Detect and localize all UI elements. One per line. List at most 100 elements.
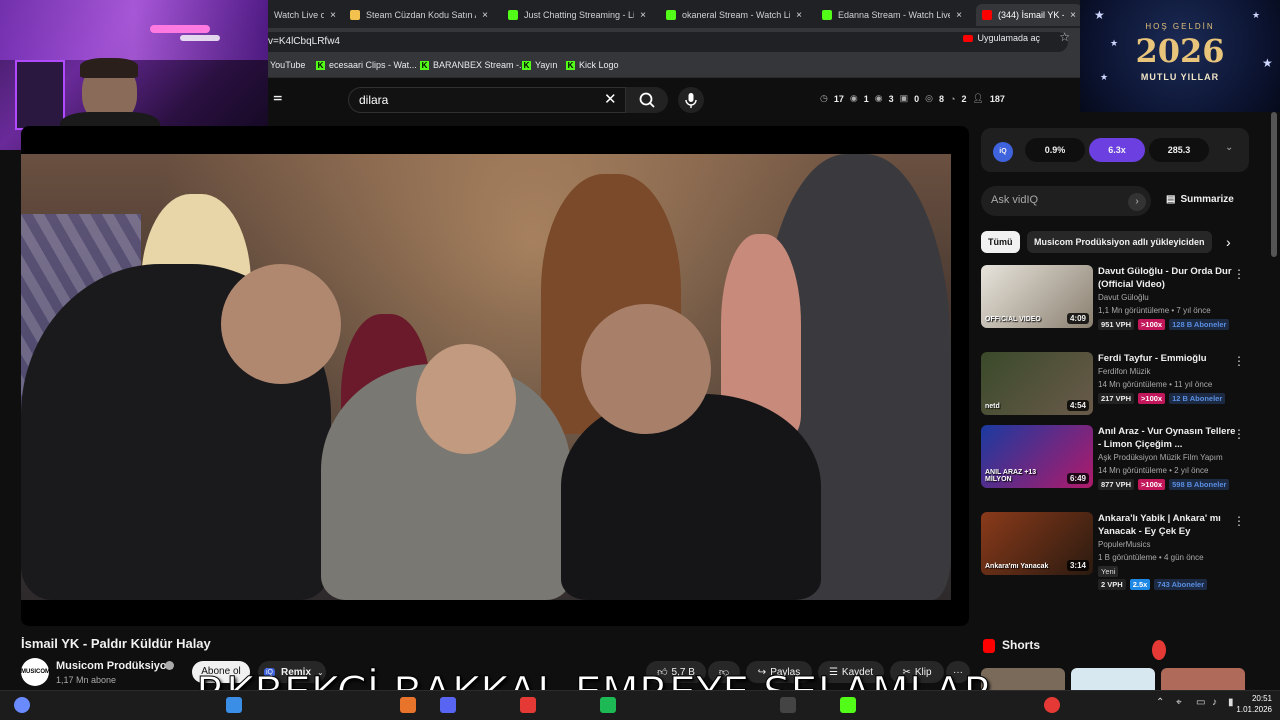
kick-icon: K	[566, 60, 575, 70]
voice-search-button[interactable]	[678, 87, 704, 113]
brave-icon[interactable]	[400, 697, 416, 713]
more-options-icon[interactable]: ⋮	[1233, 267, 1245, 281]
recommended-video[interactable]: netd 4:54 Ferdi Tayfur - Emmioğlu Ferdifon …	[981, 352, 1251, 422]
summarize-button[interactable]: ▤ Summarize	[1166, 194, 1234, 205]
microphone-icon	[685, 93, 697, 108]
opera-icon[interactable]	[1044, 697, 1060, 713]
video-thumbnail[interactable]: Ankara'mı Yanacak 3:14	[981, 512, 1093, 575]
scrollbar[interactable]	[1271, 112, 1277, 257]
monitor-icon[interactable]: ▭	[1196, 697, 1205, 708]
chevron-down-icon[interactable]: ⌄	[1225, 142, 1233, 153]
recommended-title[interactable]: Ankara'lı Yabik | Ankara' mı Yanacak - E…	[1098, 512, 1238, 538]
more-options-icon[interactable]: ⋮	[1233, 427, 1245, 441]
recommended-channel[interactable]: Aşk Prodüksiyon Müzik Film Yapım	[1098, 453, 1223, 462]
bookmark-star-icon[interactable]: ☆	[1059, 30, 1070, 44]
vph-badge: 217 VPH	[1098, 393, 1135, 404]
recommended-video[interactable]: OFFICIAL VIDEO 4:09 Davut Güloğlu - Dur Or…	[981, 265, 1251, 335]
video-thumbnail[interactable]: ANIL ARAZ +13 MİLYON 6:49	[981, 425, 1093, 488]
recommended-title[interactable]: Anıl Araz - Vur Oynasın Tellere - Limon …	[1098, 425, 1238, 451]
chevron-right-icon[interactable]: ›	[1128, 193, 1146, 211]
vidiq-panel: iQ 0.9% 6.3x 285.3 ⌄	[981, 128, 1249, 172]
stat-icon: 👤︎	[972, 93, 984, 103]
short-thumbnail[interactable]	[981, 668, 1065, 690]
close-tab-icon[interactable]: ×	[1070, 10, 1076, 21]
weather-icon[interactable]	[14, 697, 30, 713]
bookmark-item[interactable]: K BARANBEX Stream -...	[420, 60, 527, 70]
epic-games-icon[interactable]	[780, 697, 796, 713]
close-tab-icon[interactable]: ×	[640, 10, 646, 21]
stat-value: 8	[939, 93, 945, 104]
bookmark-item[interactable]: K Kick Logo	[566, 60, 619, 70]
tab-favicon-icon	[822, 10, 832, 20]
system-clock[interactable]: 20:51 1.01.2026	[1236, 693, 1272, 715]
windows-start-icon[interactable]	[226, 697, 242, 713]
short-thumbnail[interactable]	[1071, 668, 1155, 690]
recommended-title[interactable]: Davut Güloğlu - Dur Orda Dur (Official V…	[1098, 265, 1238, 291]
chevron-up-icon[interactable]: ⌃	[1156, 697, 1164, 708]
kick-icon[interactable]	[840, 697, 856, 713]
more-options-icon[interactable]: ⋮	[1233, 354, 1245, 368]
vidiq-badges: 217 VPH >100x 12 B Aboneler	[1098, 393, 1226, 404]
discord-icon[interactable]	[440, 697, 456, 713]
search-button[interactable]	[626, 87, 668, 113]
browser-tab[interactable]: Watch Live o ×	[268, 4, 342, 26]
recommended-title[interactable]: Ferdi Tayfur - Emmioğlu	[1098, 352, 1238, 365]
thumbnail-text: OFFICIAL VIDEO	[985, 316, 1041, 323]
recommended-video[interactable]: ANIL ARAZ +13 MİLYON 6:49 Anıl Araz - Vur …	[981, 425, 1251, 495]
video-thumbnail[interactable]: netd 4:54	[981, 352, 1093, 415]
bookmark-label: BARANBEX Stream -...	[433, 60, 527, 70]
recommended-meta: 1 B görüntüleme • 4 gün önce	[1098, 553, 1204, 562]
chip-all[interactable]: Tümü	[981, 231, 1020, 253]
kick-icon: K	[522, 60, 531, 70]
recommended-video[interactable]: Ankara'mı Yanacak 3:14 Ankara'lı Yabik | A…	[981, 512, 1251, 590]
channel-avatar[interactable]: MUSICOM	[21, 658, 50, 686]
volume-icon[interactable]: ♪	[1212, 697, 1217, 708]
browser-tab[interactable]: Edanna Stream - Watch Live o ×	[816, 4, 968, 26]
shorts-row	[981, 668, 1251, 690]
vph-badge: 877 VPH	[1098, 479, 1135, 490]
tab-label: (344) İsmail YK - Paldır K	[998, 10, 1064, 20]
verified-icon	[165, 661, 174, 670]
battery-icon[interactable]: ▮	[1228, 697, 1234, 708]
close-tab-icon[interactable]: ×	[482, 10, 488, 21]
recommended-channel[interactable]: PopulerMusics	[1098, 540, 1150, 549]
ask-vidiq-input[interactable]: Ask vidIQ	[981, 186, 1151, 216]
star-icon: ★	[1094, 8, 1105, 22]
short-thumbnail[interactable]	[1161, 668, 1245, 690]
browser-tab[interactable]: (344) İsmail YK - Paldır K ×	[976, 4, 1082, 26]
url-field[interactable]: v=K4lCbqLRfw4	[260, 32, 1068, 52]
recommended-channel[interactable]: Ferdifon Müzik	[1098, 367, 1150, 376]
browser-tab[interactable]: Just Chatting Streaming - Live ×	[502, 4, 652, 26]
new-year-banner: ★ ★ ★ ★ ★ HOŞ GELDİN 2026 MUTLU YILLAR	[1080, 0, 1280, 112]
multiplier-badge: >100x	[1138, 319, 1166, 330]
search-input[interactable]: dilara	[348, 87, 626, 113]
bookmark-item[interactable]: YouTube	[270, 60, 305, 70]
kick-icon: K	[420, 60, 429, 70]
channel-name[interactable]: Musicom Prodüksiyon	[56, 660, 173, 672]
chevron-right-icon[interactable]: ›	[1226, 234, 1231, 250]
thumbnail-text: ANIL ARAZ +13 MİLYON	[985, 469, 1037, 483]
video-thumbnail[interactable]: OFFICIAL VIDEO 4:09	[981, 265, 1093, 328]
close-tab-icon[interactable]: ×	[330, 10, 336, 21]
bookmark-item[interactable]: K Yayın	[522, 60, 557, 70]
recommended-channel[interactable]: Davut Güloğlu	[1098, 293, 1149, 302]
bookmark-item[interactable]: Kecesaari Clips - Wat...	[316, 60, 417, 70]
more-options-icon[interactable]: ⋮	[1233, 514, 1245, 528]
app-icon[interactable]	[520, 697, 536, 713]
close-tab-icon[interactable]: ×	[956, 10, 962, 21]
new-badge: Yeni	[1098, 566, 1119, 577]
stat-icon: ◉	[874, 93, 883, 103]
close-tab-icon[interactable]: ×	[796, 10, 802, 21]
browser-tab[interactable]: okaneral Stream - Watch Live o ×	[660, 4, 808, 26]
clear-search-icon[interactable]: ✕	[604, 90, 617, 108]
location-icon[interactable]: ⌖	[1176, 697, 1182, 708]
spotify-icon[interactable]	[600, 697, 616, 713]
open-in-app-button[interactable]: Uygulamada aç	[963, 31, 1040, 45]
tab-label: Watch Live o	[274, 10, 325, 20]
iq-metric-3: 285.3	[1149, 138, 1209, 162]
video-player[interactable]	[21, 126, 969, 626]
chip-uploader[interactable]: Musicom Prodüksiyon adlı yükleyiciden	[1027, 231, 1212, 253]
browser-tab[interactable]: Steam Cüzdan Kodu Satın Al - ×	[344, 4, 494, 26]
multiplier-badge: >100x	[1138, 479, 1166, 490]
video-frame[interactable]	[21, 154, 951, 600]
